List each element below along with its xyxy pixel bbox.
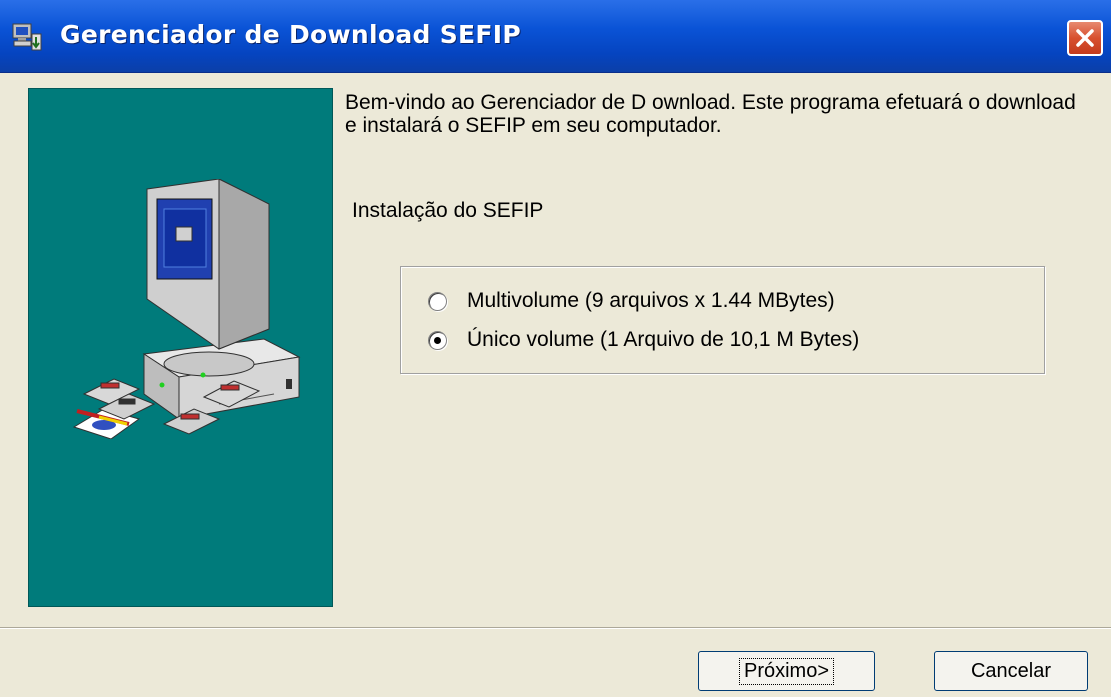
close-button[interactable] [1067,20,1103,56]
floppy-disks-icon [82,378,261,435]
radio-label: Único volume (1 Arquivo de 10,1 M Bytes) [467,328,860,351]
title-bar[interactable]: Gerenciador de Download SEFIP [0,0,1111,73]
radio-option-multivolume[interactable]: Multivolume (9 arquivos x 1.44 MBytes) [428,287,835,315]
radio-button-selected[interactable] [428,330,447,350]
radio-button[interactable] [428,291,447,311]
radio-option-single-volume[interactable]: Único volume (1 Arquivo de 10,1 M Bytes) [428,326,859,354]
radio-label: Multivolume (9 arquivos x 1.44 MBytes) [467,289,835,312]
options-group [400,266,1045,374]
cancel-button[interactable]: Cancelar [934,651,1088,691]
next-button-label: Próximo> [738,657,835,685]
welcome-text: Bem-vindo ao Gerenciador de D ownload. E… [345,91,1076,137]
section-label: Instalação do SEFIP [352,199,544,222]
footer-separator [0,627,1111,629]
cancel-button-label: Cancelar [970,659,1052,682]
window-title: Gerenciador de Download SEFIP [60,20,521,49]
close-icon [1076,29,1094,47]
radio-selected-dot [434,336,441,344]
next-button[interactable]: Próximo> [698,651,875,691]
side-panel [28,88,333,607]
download-manager-icon [10,20,44,54]
